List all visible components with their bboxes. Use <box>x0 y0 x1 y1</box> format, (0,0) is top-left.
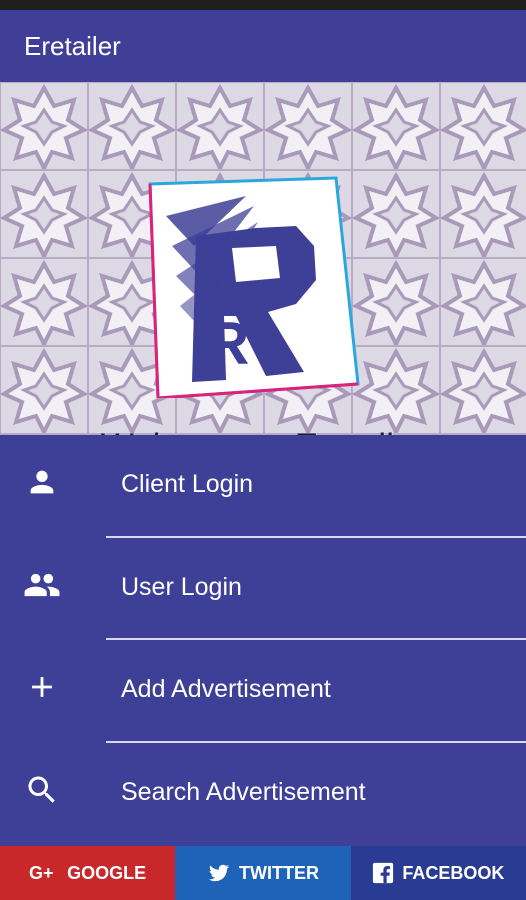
search-icon <box>22 770 62 810</box>
facebook-button[interactable]: FACEBOOK <box>350 846 526 900</box>
facebook-label: FACEBOOK <box>402 862 505 883</box>
facebook-icon <box>372 862 394 884</box>
google-plus-icon: G+ <box>29 863 59 883</box>
menu-item-label: Add Advertisement <box>121 675 331 704</box>
twitter-label: TWITTER <box>239 862 319 883</box>
menu-item-label: Search Advertisement <box>121 777 366 806</box>
app-title: Eretailer <box>24 30 121 61</box>
header-banner: R Welcome to Eretailer <box>0 82 526 435</box>
social-bar: G+ GOOGLE TWITTER FACEBOOK <box>0 846 526 900</box>
person-icon <box>22 462 62 502</box>
menu-item-label: Client Login <box>121 470 254 499</box>
google-button[interactable]: G+ GOOGLE <box>0 846 176 900</box>
welcome-text: Welcome to Eretailer <box>0 427 526 435</box>
menu-item-add-advertisement[interactable]: Add Advertisement <box>0 640 526 743</box>
logo-letter: R <box>206 310 249 377</box>
nav-menu: Client Login User Login Add Advertisemen… <box>0 435 526 845</box>
plus-icon <box>22 667 62 707</box>
people-icon <box>22 565 62 605</box>
twitter-bird-icon <box>207 862 231 884</box>
eretailer-logo: R <box>136 176 362 400</box>
svg-text:G+: G+ <box>29 863 54 883</box>
menu-item-client-login[interactable]: Client Login <box>0 435 526 538</box>
status-bar <box>0 0 526 10</box>
menu-item-search-advertisement[interactable]: Search Advertisement <box>0 743 526 846</box>
google-label: GOOGLE <box>67 862 147 883</box>
app-bar: Eretailer <box>0 10 526 82</box>
menu-item-user-login[interactable]: User Login <box>0 538 526 640</box>
twitter-button[interactable]: TWITTER <box>175 846 351 900</box>
menu-item-label: User Login <box>121 572 242 601</box>
